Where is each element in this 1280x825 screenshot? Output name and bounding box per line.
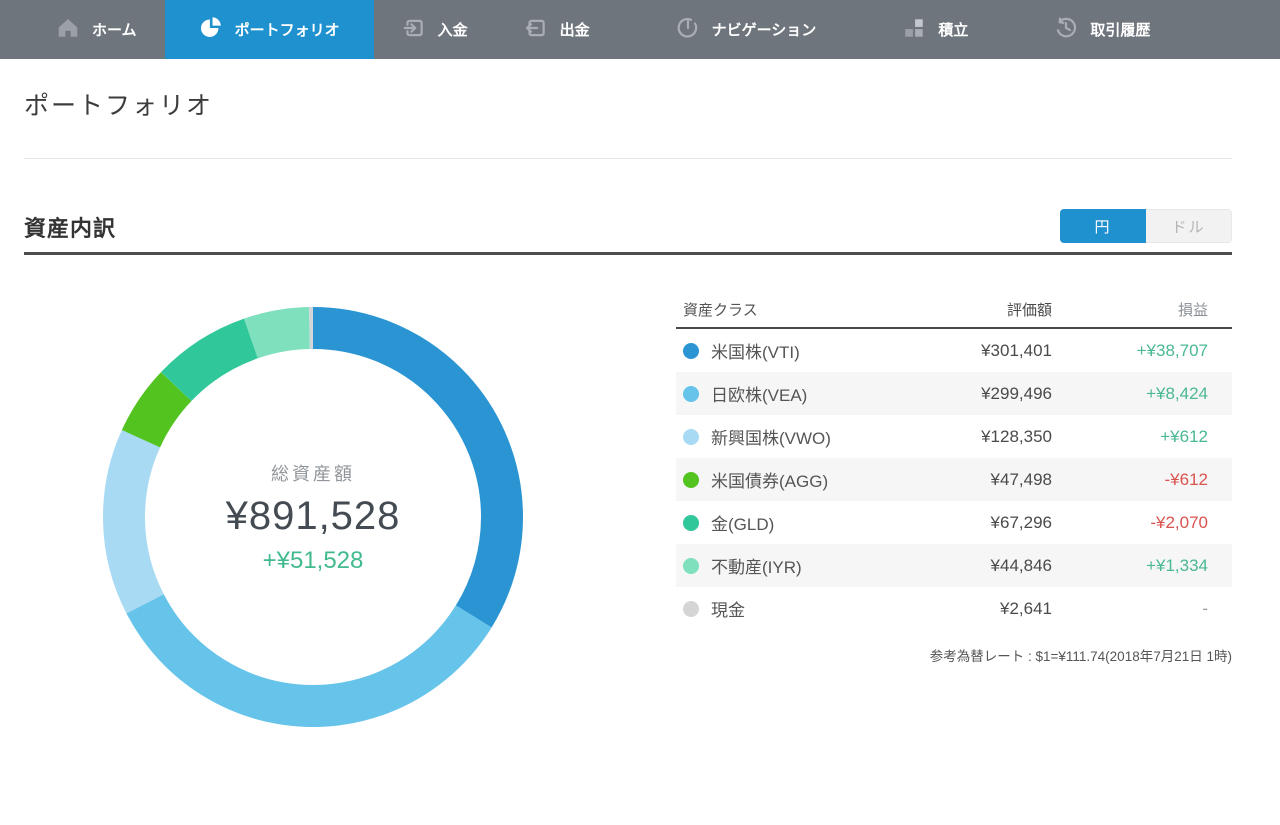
section-title: 資産内訳 — [24, 216, 117, 241]
asset-color-dot — [683, 514, 699, 531]
table-row: 米国債券(AGG) ¥47,498 -¥612 — [676, 458, 1232, 501]
nav-item-deposit[interactable]: 入金 — [374, 0, 496, 59]
nav-item-portfolio[interactable]: ポートフォリオ — [164, 0, 374, 59]
pie-chart-icon — [199, 16, 223, 44]
asset-gain: -¥2,070 — [1150, 512, 1208, 532]
table-row: 日欧株(VEA) ¥299,496 +¥8,424 — [676, 372, 1232, 415]
asset-color-dot — [683, 557, 699, 574]
asset-color-dot — [683, 471, 699, 488]
asset-name: 現金 — [711, 601, 745, 620]
header-asset-class: 資産クラス — [683, 301, 758, 319]
withdraw-icon — [524, 16, 548, 44]
asset-gain: +¥8,424 — [1146, 383, 1208, 403]
asset-gain: - — [1202, 598, 1208, 618]
currency-dollar-button[interactable]: ドル — [1146, 209, 1232, 243]
nav-item-label: 取引履歴 — [1090, 22, 1151, 39]
portfolio-page: ポートフォリオ 資産内訳 円 ドル 総資産額 ¥891,528 +¥51,528… — [0, 59, 1280, 727]
asset-donut-chart: 総資産額 ¥891,528 +¥51,528 — [103, 307, 523, 727]
asset-table-header: 資産クラス 評価額 損益 — [676, 291, 1232, 329]
page-title: ポートフォリオ — [24, 92, 214, 120]
asset-gain: +¥38,707 — [1136, 340, 1208, 360]
exchange-rate-note: 参考為替レート : $1=¥111.74(2018年7月21日 1時) — [929, 649, 1232, 664]
nav-item-label: 積立 — [938, 22, 969, 39]
asset-value: ¥47,498 — [990, 469, 1052, 489]
asset-value: ¥67,296 — [990, 512, 1052, 532]
table-row: 新興国株(VWO) ¥128,350 +¥612 — [676, 415, 1232, 458]
asset-name: 新興国株(VWO) — [711, 429, 831, 448]
asset-name: 米国債券(AGG) — [711, 472, 829, 491]
header-gain: 損益 — [1177, 301, 1208, 319]
asset-value: ¥301,401 — [981, 340, 1052, 360]
nav-item-label: 出金 — [559, 22, 590, 39]
asset-breakdown-header: 資産内訳 円 ドル — [24, 209, 1232, 255]
asset-breakdown-content: 総資産額 ¥891,528 +¥51,528 資産クラス 評価額 損益 米国株(… — [24, 291, 1232, 727]
table-row: 不動産(IYR) ¥44,846 +¥1,334 — [676, 544, 1232, 587]
asset-value: ¥299,496 — [981, 383, 1052, 403]
nav-item-label: ナビゲーション — [711, 22, 817, 39]
nav-item-home[interactable]: ホーム — [28, 0, 165, 59]
nav-item-label: ホーム — [92, 22, 137, 39]
asset-color-dot — [683, 385, 699, 402]
nav-item-label: ポートフォリオ — [234, 22, 340, 39]
table-row: 現金 ¥2,641 - — [676, 587, 1232, 630]
currency-yen-button[interactable]: 円 — [1060, 209, 1146, 243]
header-value: 評価額 — [1006, 301, 1052, 319]
history-icon — [1054, 16, 1078, 44]
nav-item-reserve[interactable]: 積立 — [874, 0, 996, 59]
donut-rings — [103, 307, 523, 727]
nav-item-history[interactable]: 取引履歴 — [1026, 0, 1178, 59]
asset-value: ¥2,641 — [1000, 598, 1052, 618]
gauge-icon — [676, 16, 700, 44]
asset-gain: +¥1,334 — [1146, 555, 1208, 575]
currency-toggle: 円 ドル — [1060, 209, 1232, 243]
asset-value: ¥44,846 — [990, 555, 1052, 575]
asset-color-dot — [683, 342, 699, 359]
asset-color-dot — [683, 428, 699, 445]
blocks-icon — [902, 16, 926, 44]
asset-name: 米国株(VTI) — [711, 343, 800, 362]
title-divider — [24, 158, 1232, 159]
table-row: 金(GLD) ¥67,296 -¥2,070 — [676, 501, 1232, 544]
asset-value: ¥128,350 — [981, 426, 1052, 446]
nav-item-navigation[interactable]: ナビゲーション — [648, 0, 845, 59]
asset-gain: +¥612 — [1160, 426, 1208, 446]
asset-color-dot — [683, 600, 699, 617]
asset-name: 金(GLD) — [711, 515, 775, 534]
table-row: 米国株(VTI) ¥301,401 +¥38,707 — [676, 329, 1232, 372]
deposit-icon — [402, 16, 426, 44]
nav-item-label: 入金 — [437, 22, 468, 39]
top-nav: ホーム ポートフォリオ 入金 出金 ナビゲーション 積立 取引履歴 — [0, 0, 1280, 59]
asset-name: 日欧株(VEA) — [711, 386, 808, 405]
asset-gain: -¥612 — [1164, 469, 1208, 489]
asset-table: 資産クラス 評価額 損益 米国株(VTI) ¥301,401 +¥38,707 … — [676, 291, 1232, 727]
asset-name: 不動産(IYR) — [711, 558, 802, 577]
home-icon — [56, 16, 80, 44]
nav-item-withdraw[interactable]: 出金 — [496, 0, 618, 59]
